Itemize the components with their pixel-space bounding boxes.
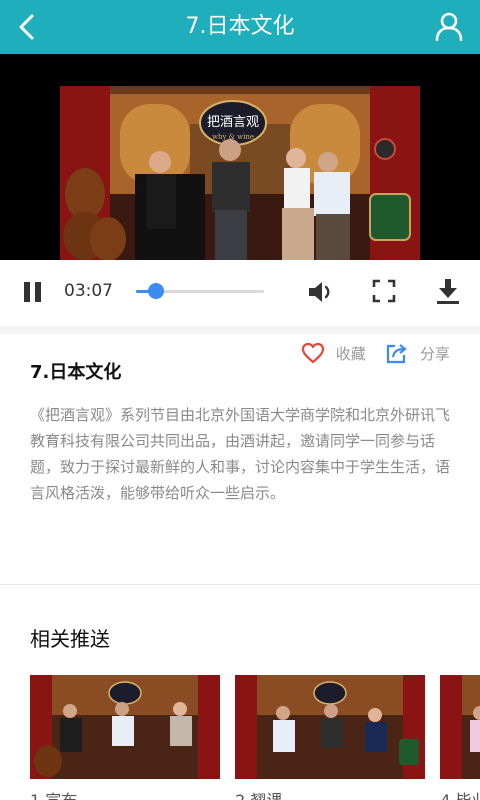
related-item[interactable]: 1.宣布 <box>30 675 220 800</box>
related-thumbnail <box>440 675 480 779</box>
favorite-button[interactable]: 收藏 <box>301 342 366 364</box>
related-thumbnail <box>235 675 426 779</box>
related-title: 相关推送 <box>30 627 110 651</box>
volume-icon[interactable] <box>306 278 334 306</box>
video-player[interactable]: 把酒言观 why & wine <box>0 54 480 260</box>
related-thumbnail <box>30 675 220 779</box>
favorite-label: 收藏 <box>335 344 366 363</box>
share-button[interactable]: 分享 <box>385 342 450 364</box>
episode-title: 7.日本文化 <box>30 362 122 383</box>
related-list: 1.宣布 2.翘课 4.毕业 <box>30 675 480 800</box>
current-time: 03:07 <box>64 281 113 301</box>
page-title: 7.日本文化 <box>185 14 295 39</box>
user-icon[interactable] <box>434 11 464 41</box>
fullscreen-icon[interactable] <box>372 279 396 303</box>
player-controls: 03:07 <box>0 260 480 327</box>
heart-icon <box>301 342 324 364</box>
related-item[interactable]: 2.翘课 <box>235 675 426 800</box>
app-header: 7.日本文化 <box>0 0 480 54</box>
episode-description: 《把酒言观》系列节目由北京外国语大学商学院和北京外研讯飞教育科技有限公司共同出品… <box>30 406 451 502</box>
seek-handle[interactable] <box>148 283 165 299</box>
share-icon <box>386 344 407 364</box>
section-separator <box>0 326 480 334</box>
related-item-label: 1.宣布 <box>30 787 220 800</box>
download-icon[interactable] <box>435 277 461 305</box>
related-item-label: 4.毕业 <box>440 787 480 800</box>
episode-actions: 收藏 分享 <box>287 342 450 368</box>
share-label: 分享 <box>419 344 450 363</box>
related-item[interactable]: 4.毕业 <box>440 675 480 800</box>
episode-info: 收藏 分享 7.日本文化 《把酒言观》系列节目由北京外国语大学商学院和北京外研讯… <box>0 334 480 584</box>
pause-icon[interactable] <box>22 280 44 304</box>
related-item-label: 2.翘课 <box>235 787 425 800</box>
video-logo-text: 把酒言观 <box>207 115 259 130</box>
seek-bar[interactable] <box>136 283 264 299</box>
related-section: 相关推送 1.宣布 <box>0 585 480 800</box>
video-frame: 把酒言观 why & wine <box>0 54 480 260</box>
